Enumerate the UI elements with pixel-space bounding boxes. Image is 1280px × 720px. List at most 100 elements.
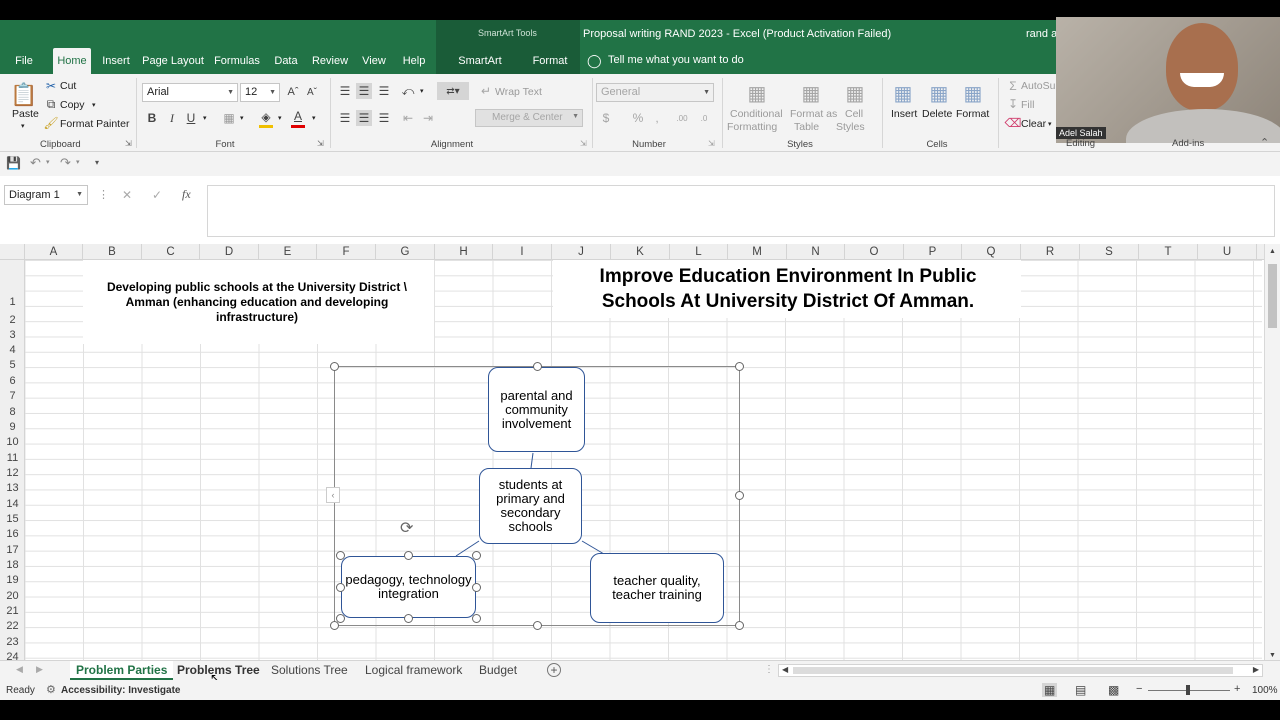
- insert-function-icon[interactable]: fx: [182, 187, 191, 202]
- horizontal-scroll-thumb[interactable]: [793, 667, 1233, 674]
- shape-handle[interactable]: [404, 551, 413, 560]
- undo-icon[interactable]: ↶: [30, 155, 41, 171]
- node-pedagogy[interactable]: pedagogy, technology integration: [341, 556, 476, 618]
- tab-format[interactable]: Format: [530, 48, 570, 74]
- increase-font-icon[interactable]: Aˆ: [286, 85, 300, 99]
- align-right-icon[interactable]: ☰: [376, 110, 392, 126]
- row-header-18[interactable]: 18: [0, 559, 25, 571]
- row-header-14[interactable]: 14: [0, 498, 25, 510]
- undo-dropdown-icon[interactable]: ▾: [46, 158, 50, 166]
- format-painter-button[interactable]: Format Painter: [60, 118, 129, 130]
- increase-indent-icon[interactable]: ⇥: [420, 110, 436, 126]
- wrap-text-button[interactable]: Wrap Text: [495, 86, 542, 98]
- select-all-corner[interactable]: [0, 244, 25, 260]
- redo-icon[interactable]: ↷: [60, 155, 71, 171]
- clear-button[interactable]: Clear: [1021, 118, 1046, 130]
- number-format-combo[interactable]: General ▼: [596, 83, 714, 102]
- borders-dropdown-icon[interactable]: ▾: [240, 114, 244, 122]
- row-header-2[interactable]: 2: [0, 314, 25, 326]
- scroll-thumb[interactable]: [1268, 264, 1277, 328]
- text-direction-icon[interactable]: ⇄▾: [437, 82, 469, 100]
- format-cells-button[interactable]: Format: [956, 108, 989, 120]
- page-break-view-icon[interactable]: ▩: [1108, 683, 1119, 697]
- normal-view-icon[interactable]: ▦: [1042, 683, 1058, 697]
- row-header-6[interactable]: 6: [0, 375, 25, 387]
- column-header-q[interactable]: Q: [962, 244, 1021, 260]
- row-header-4[interactable]: 4: [0, 344, 25, 356]
- column-header-s[interactable]: S: [1080, 244, 1139, 260]
- font-size-combo[interactable]: 12 ▼: [240, 83, 280, 102]
- resize-handle[interactable]: [533, 621, 542, 630]
- shape-handle[interactable]: [472, 583, 481, 592]
- column-header-i[interactable]: I: [493, 244, 552, 260]
- orientation-dropdown-icon[interactable]: ▾: [420, 87, 424, 95]
- column-header-d[interactable]: D: [200, 244, 259, 260]
- paste-button[interactable]: Paste: [12, 108, 39, 120]
- row-header-22[interactable]: 22: [0, 620, 25, 632]
- autosum-icon[interactable]: Σ: [1006, 79, 1020, 93]
- decrease-indent-icon[interactable]: ⇤: [400, 110, 416, 126]
- scroll-up-icon[interactable]: ▲: [1269, 248, 1276, 255]
- sheet-tab-budget[interactable]: Budget: [473, 661, 523, 680]
- resize-handle[interactable]: [735, 621, 744, 630]
- font-color-dropdown-icon[interactable]: ▾: [312, 114, 316, 122]
- row-header-13[interactable]: 13: [0, 482, 25, 494]
- resize-handle[interactable]: [735, 362, 744, 371]
- tab-insert[interactable]: Insert: [100, 48, 132, 74]
- column-header-l[interactable]: L: [670, 244, 728, 260]
- row-header-15[interactable]: 15: [0, 513, 25, 525]
- accessibility-status[interactable]: Accessibility: Investigate: [61, 685, 181, 696]
- sheet-tab-logical-framework[interactable]: Logical framework: [359, 661, 468, 680]
- align-top-icon[interactable]: ☰: [337, 83, 353, 99]
- zoom-slider-thumb[interactable]: [1186, 685, 1190, 695]
- redo-dropdown-icon[interactable]: ▾: [76, 158, 80, 166]
- format-as-table-line2[interactable]: Table: [794, 121, 819, 133]
- comma-icon[interactable]: ,: [652, 111, 662, 125]
- cut-button[interactable]: Cut: [60, 80, 76, 92]
- currency-icon[interactable]: $: [600, 111, 612, 125]
- paste-dropdown-icon[interactable]: ▾: [21, 122, 25, 130]
- node-students[interactable]: students at primary and secondary school…: [479, 468, 582, 544]
- column-header-m[interactable]: M: [728, 244, 787, 260]
- tab-data[interactable]: Data: [270, 48, 302, 74]
- fill-dropdown-icon[interactable]: ▾: [278, 114, 282, 122]
- tab-help[interactable]: Help: [398, 48, 430, 74]
- format-painter-icon[interactable]: 🖌: [43, 116, 58, 130]
- customize-qat-icon[interactable]: ▾: [95, 158, 99, 167]
- clipboard-launcher-icon[interactable]: ⇲: [125, 139, 132, 148]
- zoom-in-icon[interactable]: +: [1234, 683, 1240, 695]
- scroll-right-icon[interactable]: ▶: [1253, 665, 1259, 674]
- column-header-p[interactable]: P: [904, 244, 962, 260]
- column-header-h[interactable]: H: [435, 244, 493, 260]
- tab-file[interactable]: File: [8, 48, 40, 74]
- number-launcher-icon[interactable]: ⇲: [708, 139, 715, 148]
- format-as-table-icon[interactable]: ▦: [798, 80, 824, 106]
- tab-split-icon[interactable]: ⋮: [764, 664, 774, 675]
- shape-handle[interactable]: [472, 614, 481, 623]
- name-box[interactable]: Diagram 1 ▼: [4, 185, 88, 205]
- rotate-handle-icon[interactable]: ⟳: [400, 518, 413, 538]
- tab-review[interactable]: Review: [310, 48, 350, 74]
- clear-dropdown-icon[interactable]: ▾: [1048, 120, 1052, 128]
- node-parental-involvement[interactable]: parental and community involvement: [488, 367, 585, 452]
- align-middle-icon[interactable]: ☰: [356, 83, 372, 99]
- borders-icon[interactable]: ▦: [222, 111, 236, 125]
- font-name-combo[interactable]: Arial ▼: [142, 83, 238, 102]
- format-as-table-line1[interactable]: Format as: [790, 108, 837, 120]
- cell-styles-icon[interactable]: ▦: [842, 80, 868, 106]
- orientation-icon[interactable]: ⤺: [400, 83, 416, 99]
- zoom-out-icon[interactable]: −: [1136, 683, 1142, 695]
- vertical-scrollbar[interactable]: ▲ ▼: [1264, 244, 1280, 662]
- row-header-7[interactable]: 7: [0, 390, 25, 402]
- collapse-ribbon-icon[interactable]: ⌃: [1260, 136, 1269, 149]
- scroll-left-icon[interactable]: ◀: [782, 665, 788, 674]
- merged-cell-j1[interactable]: Improve Education Environment In Public …: [553, 260, 1021, 318]
- autosum-button[interactable]: AutoSu: [1021, 80, 1055, 92]
- row-header-20[interactable]: 20: [0, 590, 25, 602]
- sheet-tab-problem-parties[interactable]: Problem Parties: [70, 661, 174, 680]
- row-header-17[interactable]: 17: [0, 544, 25, 556]
- sheet-tab-solutions-tree[interactable]: Solutions Tree: [265, 661, 354, 680]
- tab-page-layout[interactable]: Page Layout: [142, 48, 204, 74]
- percent-icon[interactable]: %: [632, 111, 644, 125]
- align-center-icon[interactable]: ☰: [356, 110, 372, 126]
